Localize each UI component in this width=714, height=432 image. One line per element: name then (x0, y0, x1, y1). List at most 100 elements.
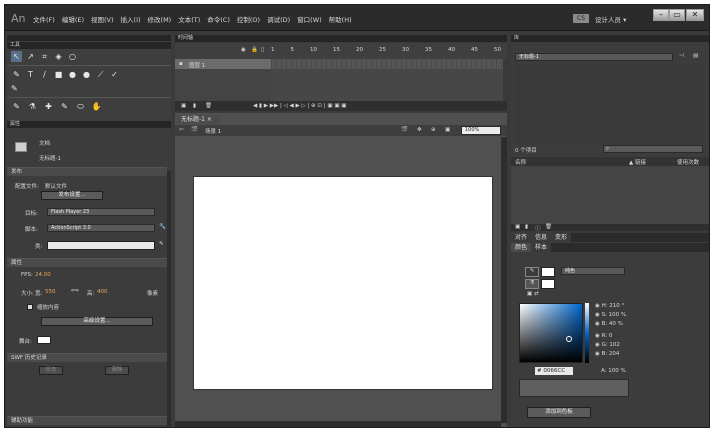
eyedropper-tool-icon[interactable]: ✚ (43, 101, 54, 112)
back-arrow-icon[interactable]: ⇦ (179, 127, 184, 133)
lasso-tool-icon[interactable]: ○ (67, 51, 78, 62)
new-layer-icon[interactable]: ▣ (181, 103, 186, 109)
pen-tool-icon[interactable]: ✎ (11, 69, 22, 80)
menu-help[interactable]: 帮助(H) (329, 14, 352, 24)
zoom-select[interactable]: 100% (461, 126, 501, 135)
stage-canvas[interactable] (193, 176, 493, 390)
eye-icon[interactable]: ◉ (241, 47, 246, 53)
radio-icon[interactable]: ◉ (595, 351, 600, 357)
timeline-frames-area[interactable] (271, 69, 503, 101)
accessibility-section[interactable]: 辅助功能 (7, 416, 167, 425)
menu-edit[interactable]: 编辑(E) (62, 14, 84, 24)
stroke-color-icon[interactable]: ✎ (525, 267, 539, 277)
library-document-select[interactable]: 无标题-1 (515, 53, 673, 61)
menu-insert[interactable]: 插入(I) (121, 14, 141, 24)
tab-info[interactable]: 信息 (531, 233, 552, 242)
hex-input[interactable]: # 0066CC (535, 367, 573, 375)
eraser-tool-icon[interactable]: ✎ (59, 101, 70, 112)
edit-scene-icon[interactable]: 🎬 (401, 127, 408, 133)
selection-tool-icon[interactable]: ↖ (11, 51, 22, 62)
fill-color-icon[interactable]: ⚗ (525, 279, 539, 289)
stroke-swatch[interactable] (541, 267, 555, 277)
col-name[interactable]: 名称 (515, 158, 526, 166)
layer-frames[interactable] (271, 59, 503, 69)
alpha-value[interactable]: A: 100 % (601, 368, 626, 374)
snap-icon[interactable]: ⊕ (431, 127, 436, 133)
rectangle-tool-icon[interactable]: ■ (53, 69, 64, 80)
minimize-button[interactable]: – (653, 9, 669, 21)
menu-file[interactable]: 文件(F) (33, 14, 55, 24)
3d-rotation-tool-icon[interactable]: ◈ (53, 51, 64, 62)
clip-icon[interactable]: ▣ (445, 127, 450, 133)
outline-icon[interactable]: ▯ (261, 47, 264, 53)
script-select[interactable]: ActionScript 3.0 (47, 224, 155, 232)
cs-badge[interactable]: CS (573, 14, 589, 23)
properties-scrollbar[interactable] (167, 171, 171, 426)
oval-tool-icon[interactable]: ● (67, 69, 78, 80)
color-picker-field[interactable] (519, 303, 583, 363)
wrench-icon[interactable]: 🔧 (159, 224, 166, 230)
restore-button[interactable]: ▭ (669, 9, 685, 21)
library-list[interactable] (511, 166, 709, 224)
hue-value[interactable]: H: 210 ° (602, 303, 625, 309)
menu-window[interactable]: 窗口(W) (297, 14, 322, 24)
text-tool-icon[interactable]: T (25, 69, 36, 80)
folder-icon[interactable]: ▮ (193, 103, 196, 109)
width-tool-icon[interactable]: ⬭ (75, 101, 86, 112)
fill-swatch[interactable] (541, 279, 555, 289)
class-input[interactable] (47, 241, 155, 250)
scale-content-checkbox[interactable] (27, 304, 33, 310)
log-button[interactable]: 日志 (39, 366, 63, 375)
publish-settings-button[interactable]: 发布设置... (41, 191, 103, 200)
blue-value[interactable]: B: 204 (602, 351, 620, 357)
pencil-icon[interactable]: ✎ (159, 241, 164, 247)
brush-tool-icon[interactable]: ✓ (109, 69, 120, 80)
target-select[interactable]: Flash Player 23 (47, 208, 155, 216)
menu-control[interactable]: 控制(O) (237, 14, 260, 24)
radio-icon[interactable]: ◉ (595, 321, 600, 327)
layer-row[interactable]: ▪ 图层 1 (175, 59, 271, 69)
paint-bucket-tool-icon[interactable]: ⚗ (27, 101, 38, 112)
tab-swatches[interactable]: 样本 (531, 243, 552, 252)
radio-icon[interactable]: ◉ (595, 312, 600, 318)
layer-name[interactable]: 图层 1 (189, 61, 205, 69)
green-value[interactable]: G: 102 (602, 342, 620, 348)
picker-cursor[interactable] (566, 336, 572, 342)
stage-color-swatch[interactable] (37, 336, 51, 344)
menu-text[interactable]: 文本(T) (178, 14, 200, 24)
col-linkage[interactable]: ▲ 链接 (629, 158, 646, 166)
delete-icon[interactable]: 🗑 (545, 224, 552, 230)
lock-icon[interactable]: 🔒 (251, 47, 258, 53)
menu-modify[interactable]: 修改(M) (148, 14, 172, 24)
fps-value[interactable]: 24.00 (35, 272, 51, 278)
col-usage[interactable]: 使用次数 (677, 158, 699, 166)
attributes-section[interactable]: 属性 (7, 258, 167, 267)
line-tool-icon[interactable]: / (39, 69, 50, 80)
pin-icon[interactable]: ⊣ (679, 53, 684, 59)
menu-commands[interactable]: 命令(C) (207, 14, 230, 24)
free-transform-tool-icon[interactable]: ⌗ (39, 51, 50, 62)
tab-transform[interactable]: 变形 (551, 233, 572, 242)
edit-symbol-icon[interactable]: ✥ (417, 127, 422, 133)
advanced-settings-button[interactable]: 高级设置... (41, 317, 153, 326)
menu-view[interactable]: 视图(V) (91, 14, 114, 24)
paint-brush-tool-icon[interactable]: ✎ (11, 84, 18, 93)
new-library-icon[interactable]: ▤ (693, 53, 698, 59)
close-button[interactable]: ✕ (686, 9, 704, 21)
workspace-switcher[interactable]: 设计人员 ▾ (595, 14, 626, 24)
link-icon[interactable]: ⟺ (71, 288, 79, 294)
menu-debug[interactable]: 调试(D) (267, 14, 290, 24)
tab-color[interactable]: 颜色 (511, 243, 532, 252)
publish-section[interactable]: 发布 (7, 167, 167, 176)
new-symbol-icon[interactable]: ▣ (515, 224, 520, 230)
red-value[interactable]: R: 0 (602, 333, 613, 339)
polystar-tool-icon[interactable]: ● (81, 69, 92, 80)
bone-tool-icon[interactable]: ✎ (11, 101, 22, 112)
delete-layer-icon[interactable]: 🗑 (205, 103, 212, 109)
swap-colors-icon[interactable]: ▣ ⇄ (527, 291, 539, 297)
brightness-slider[interactable] (585, 303, 589, 363)
add-to-swatches-button[interactable]: 添加到色板 (527, 407, 591, 418)
radio-icon[interactable]: ◉ (595, 333, 600, 339)
color-type-select[interactable]: 纯色 (561, 267, 625, 275)
document-scrollbar-horizontal[interactable] (175, 421, 501, 427)
